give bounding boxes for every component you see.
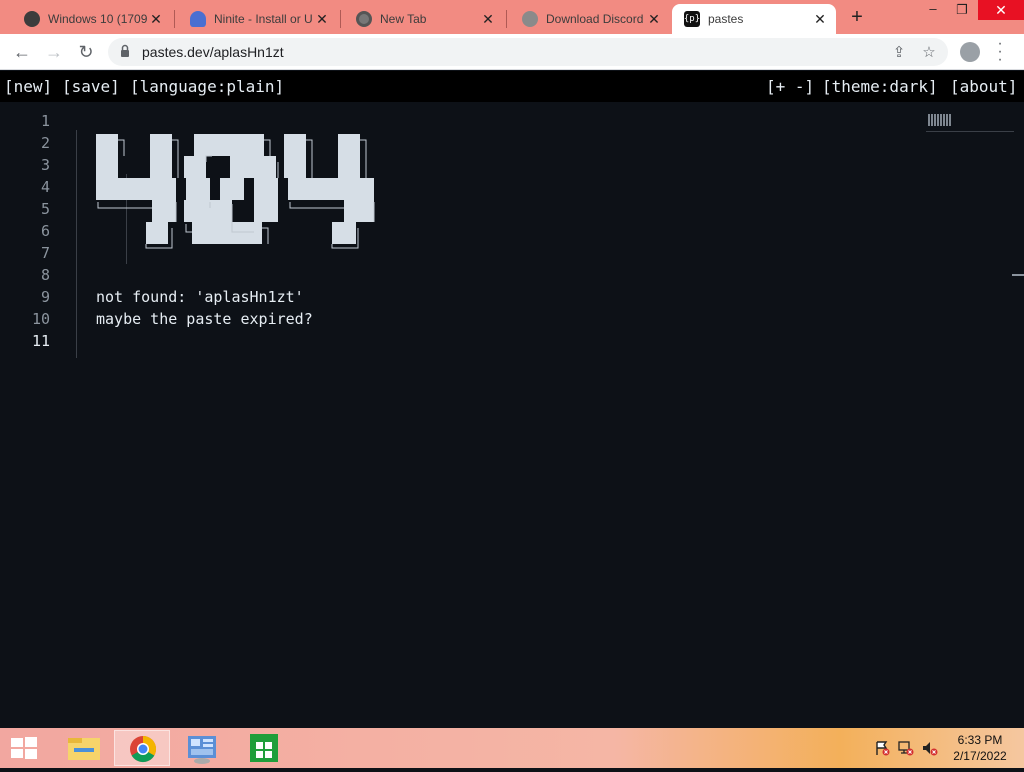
clock-time: 6:33 PM bbox=[957, 733, 1003, 747]
ninite-icon bbox=[190, 11, 206, 27]
dark-circle-icon bbox=[24, 11, 40, 27]
indent-guide bbox=[76, 130, 77, 358]
new-button[interactable]: [new] bbox=[4, 77, 52, 96]
back-button[interactable]: ← bbox=[10, 41, 34, 63]
tab-new-tab[interactable]: New Tab ✕ bbox=[344, 4, 504, 34]
browser-toolbar: ← → ↻ pastes.dev/aplasHn1zt ⇪ ☆ · · · bbox=[0, 34, 1024, 70]
line-number: 10 bbox=[31, 310, 50, 328]
tab-discord[interactable]: Download Discord ✕ bbox=[510, 4, 670, 34]
line-number: 3 bbox=[40, 156, 50, 174]
file-explorer-icon[interactable] bbox=[56, 730, 112, 766]
restore-button[interactable]: ❐ bbox=[946, 0, 978, 22]
line-number: 7 bbox=[40, 244, 50, 262]
tab-pastes[interactable]: {p} pastes ✕ bbox=[672, 4, 836, 34]
line-number: 6 bbox=[40, 222, 50, 240]
lock-icon bbox=[121, 44, 129, 57]
about-button[interactable]: [about] bbox=[950, 77, 1017, 96]
globe-icon bbox=[522, 11, 538, 27]
tab-separator bbox=[340, 10, 341, 28]
line-number: 5 bbox=[40, 200, 50, 218]
windows-taskbar: 6:33 PM 2/17/2022 bbox=[0, 728, 1024, 768]
share-icon[interactable]: ⇪ bbox=[890, 43, 908, 61]
tab-title: New Tab bbox=[380, 12, 427, 26]
code-line-9: not found: 'aplasHn1zt' bbox=[96, 288, 304, 306]
pastes-icon: {p} bbox=[684, 11, 700, 27]
line-number: 8 bbox=[40, 266, 50, 284]
tab-ninite[interactable]: Ninite - Install or U ✕ bbox=[178, 4, 338, 34]
action-center-flag-icon[interactable] bbox=[874, 740, 890, 756]
tab-title: Windows 10 (1709 bbox=[48, 12, 148, 26]
tab-title: Ninite - Install or U bbox=[214, 12, 313, 26]
chrome-icon bbox=[356, 11, 372, 27]
code-editor[interactable]: 1 2 3 4 5 6 7 8 9 10 11 not found: 'apla… bbox=[0, 102, 1024, 728]
language-selector[interactable]: [language:plain] bbox=[130, 77, 284, 96]
zoom-controls[interactable]: [+ -] bbox=[766, 77, 814, 96]
tab-strip: Windows 10 (1709 ✕ Ninite - Install or U… bbox=[0, 0, 1024, 34]
close-icon[interactable]: ✕ bbox=[812, 11, 828, 28]
close-window-button[interactable]: ✕ bbox=[978, 0, 1024, 20]
control-panel-icon[interactable] bbox=[174, 730, 230, 766]
chrome-taskbar-icon[interactable] bbox=[114, 730, 170, 766]
line-number: 2 bbox=[40, 134, 50, 152]
minimap-preview bbox=[928, 114, 952, 126]
close-icon[interactable]: ✕ bbox=[480, 11, 496, 28]
line-number: 1 bbox=[40, 112, 50, 130]
close-icon[interactable]: ✕ bbox=[314, 11, 330, 28]
profile-avatar-icon[interactable] bbox=[960, 42, 980, 62]
system-clock[interactable]: 6:33 PM 2/17/2022 bbox=[948, 732, 1012, 764]
minimap[interactable] bbox=[926, 110, 1014, 132]
reload-button[interactable]: ↻ bbox=[74, 41, 98, 63]
forward-button[interactable]: → bbox=[42, 41, 66, 63]
volume-muted-icon[interactable] bbox=[922, 740, 938, 756]
line-number: 4 bbox=[40, 178, 50, 196]
line-number: 9 bbox=[40, 288, 50, 306]
new-tab-button[interactable]: + bbox=[846, 6, 868, 28]
code-line-10: maybe the paste expired? bbox=[96, 310, 313, 328]
tab-windows10[interactable]: Windows 10 (1709 ✕ bbox=[12, 4, 172, 34]
close-icon[interactable]: ✕ bbox=[148, 11, 164, 28]
close-icon[interactable]: ✕ bbox=[646, 11, 662, 28]
bookmark-star-icon[interactable]: ☆ bbox=[920, 43, 938, 61]
clock-date: 2/17/2022 bbox=[953, 749, 1007, 763]
windows-start-icon[interactable] bbox=[10, 736, 38, 760]
tab-title: pastes bbox=[708, 12, 744, 26]
url-text: pastes.dev/aplasHn1zt bbox=[142, 44, 284, 60]
tab-separator bbox=[506, 10, 507, 28]
ascii-art-404 bbox=[96, 134, 375, 249]
line-number-current: 11 bbox=[31, 332, 50, 350]
pastes-header: [new] [save] [language:plain] [+ -] [the… bbox=[0, 71, 1024, 102]
tab-title: Download Discord bbox=[546, 12, 644, 26]
store-icon[interactable] bbox=[236, 730, 292, 766]
scrollbar-thumb[interactable] bbox=[1012, 274, 1024, 276]
tab-separator bbox=[174, 10, 175, 28]
save-button[interactable]: [save] bbox=[62, 77, 120, 96]
theme-toggle[interactable]: [theme:dark] bbox=[822, 77, 938, 96]
address-bar[interactable]: pastes.dev/aplasHn1zt ⇪ ☆ bbox=[108, 38, 948, 66]
menu-dots-icon[interactable]: · · · bbox=[994, 36, 1006, 68]
network-icon[interactable] bbox=[898, 740, 914, 756]
